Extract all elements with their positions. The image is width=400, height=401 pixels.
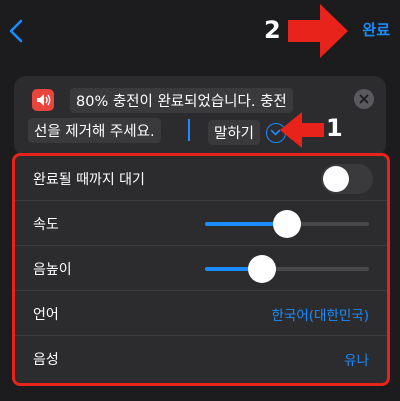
- setting-label: 완료될 때까지 대기: [33, 172, 145, 188]
- step-1-label: 1: [326, 114, 343, 142]
- text-cursor: [188, 119, 190, 141]
- speaker-icon: [32, 89, 54, 111]
- step-2-label: 2: [264, 16, 281, 44]
- speak-token[interactable]: 말하기: [208, 120, 261, 145]
- setting-label: 음성: [33, 352, 59, 368]
- setting-row-language[interactable]: 언어 한국어(대한민국): [15, 291, 387, 336]
- rate-slider[interactable]: [205, 210, 369, 238]
- voice-value[interactable]: 유나: [344, 349, 369, 369]
- clear-icon[interactable]: [354, 89, 374, 109]
- speech-text-line-2[interactable]: 선을 제거해 주세요.: [28, 118, 161, 143]
- red-arrow-right-icon: [288, 4, 348, 58]
- slider-knob[interactable]: [273, 210, 301, 238]
- setting-row-voice[interactable]: 음성 유나: [15, 336, 387, 381]
- toggle-knob: [323, 166, 349, 192]
- setting-row-wait-until-done: 완료될 때까지 대기: [15, 156, 387, 201]
- pitch-slider[interactable]: [205, 255, 369, 283]
- setting-row-pitch: 음높이: [15, 246, 387, 291]
- screen: 2 완료 80% 충전이 완료되었습니다. 충전 선을 제거해 주세요. 말하기: [0, 0, 400, 401]
- done-button[interactable]: 완료: [362, 19, 390, 40]
- setting-row-rate: 속도: [15, 201, 387, 246]
- chevron-left-icon[interactable]: [6, 18, 28, 44]
- wait-until-done-toggle[interactable]: [321, 164, 373, 194]
- setting-label: 음높이: [33, 262, 72, 278]
- red-arrow-left-icon: [280, 112, 324, 148]
- speech-settings-panel: 완료될 때까지 대기 속도 음높이 언어 한국어(대한민국) 음성 유나: [12, 153, 390, 386]
- setting-label: 언어: [33, 307, 59, 323]
- navigation-bar: 2 완료: [0, 0, 400, 62]
- language-value[interactable]: 한국어(대한민국): [272, 304, 369, 324]
- slider-knob[interactable]: [248, 255, 277, 283]
- setting-label: 속도: [33, 217, 59, 233]
- speech-text-line-1[interactable]: 80% 충전이 완료되었습니다. 충전: [70, 88, 293, 113]
